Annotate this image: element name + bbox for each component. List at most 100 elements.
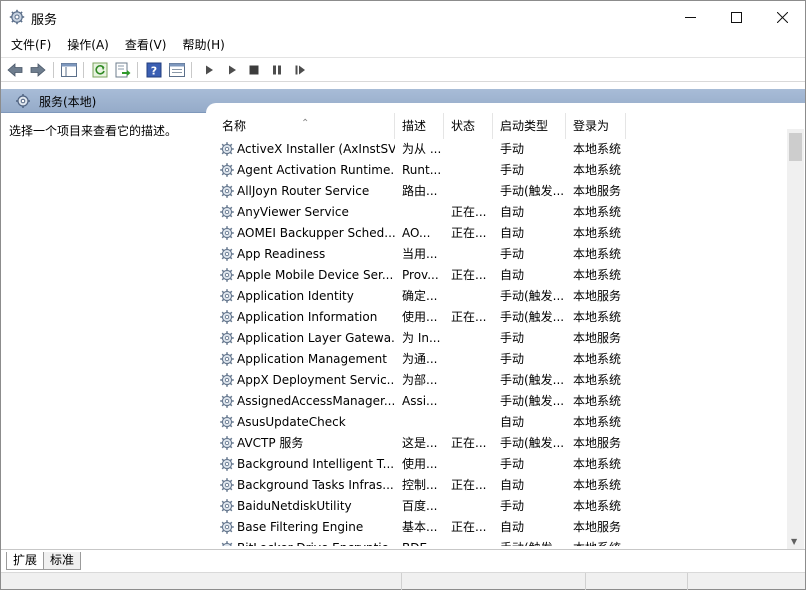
- service-name: Application Layer Gatewa...: [237, 331, 395, 345]
- service-log-on-as: 本地服务: [573, 436, 622, 450]
- service-log-on-as: 本地系统: [573, 205, 622, 219]
- services-rows: ActiveX Installer (AxInstSV) 为从 ... 手动 本地系统…: [215, 139, 785, 546]
- service-row[interactable]: Base Filtering Engine 基本... 正在... 自动 本地服务: [215, 517, 785, 538]
- menu-action[interactable]: 操作(A): [59, 34, 117, 56]
- minimize-button[interactable]: [667, 1, 713, 33]
- back-button[interactable]: [5, 61, 25, 79]
- services-window: 服务 文件(F) 操作(A) 查看(V) 帮助(H) ? 服务(本地) 选择一个…: [0, 0, 806, 590]
- service-row[interactable]: Application Management 为通... 手动 本地系统: [215, 349, 785, 370]
- service-gear-icon: [219, 204, 235, 220]
- service-startup-type: 手动(触发...: [500, 436, 565, 450]
- service-row[interactable]: BaiduNetdiskUtility 百度... 手动 本地系统: [215, 496, 785, 517]
- column-status-label: 状态: [451, 119, 476, 133]
- service-row[interactable]: Agent Activation Runtime... Runt... 手动 本地系统: [215, 160, 785, 181]
- column-description[interactable]: 描述: [395, 113, 444, 139]
- service-row[interactable]: AnyViewer Service 正在... 自动 本地系统: [215, 202, 785, 223]
- service-row[interactable]: Background Intelligent T... 使用... 手动 本地系统: [215, 454, 785, 475]
- scroll-thumb[interactable]: [789, 133, 802, 161]
- properties-button[interactable]: [167, 61, 187, 79]
- service-row[interactable]: AppX Deployment Servic... 为部... 手动(触发... 本地…: [215, 370, 785, 391]
- help-button[interactable]: ?: [144, 61, 164, 79]
- sort-ascending-icon: ⌃: [301, 118, 310, 129]
- column-name[interactable]: 名称 ⌃: [215, 113, 395, 139]
- service-log-on-as: 本地服务: [573, 184, 622, 198]
- service-description: 控制...: [402, 478, 438, 492]
- toolbar: ?: [1, 57, 805, 82]
- close-button[interactable]: [759, 1, 805, 33]
- pause-service-button[interactable]: [267, 61, 287, 79]
- service-startup-type: 手动(触发...: [500, 538, 566, 546]
- service-row[interactable]: AOMEI Backupper Sched... AO... 正在... 自动 本地系统: [215, 223, 785, 244]
- service-description: 确定...: [402, 289, 438, 303]
- column-name-label: 名称: [222, 119, 247, 133]
- service-log-on-as: 本地服务: [573, 289, 622, 303]
- service-row[interactable]: Background Tasks Infras... 控制... 正在... 自动 本地…: [215, 475, 785, 496]
- service-row[interactable]: Application Layer Gatewa... 为 In... 手动 本地服务: [215, 328, 785, 349]
- tab-extended[interactable]: 扩展: [6, 552, 45, 570]
- service-log-on-as: 本地服务: [573, 331, 622, 345]
- service-description: 使用...: [402, 310, 438, 324]
- service-startup-type: 手动: [500, 247, 525, 261]
- service-startup-type: 手动: [500, 142, 525, 156]
- service-log-on-as: 本地系统: [573, 247, 622, 261]
- service-row[interactable]: ActiveX Installer (AxInstSV) 为从 ... 手动 本地系统: [215, 139, 785, 160]
- maximize-button[interactable]: [713, 1, 759, 33]
- service-row[interactable]: AsusUpdateCheck 自动 本地系统: [215, 412, 785, 433]
- service-row[interactable]: AVCTP 服务 这是... 正在... 手动(触发... 本地服务: [215, 433, 785, 454]
- tree-node-label: 服务(本地): [39, 95, 97, 109]
- service-status: 正在...: [451, 205, 487, 219]
- service-name: AllJoyn Router Service: [237, 184, 370, 198]
- service-row[interactable]: Application Identity 确定... 手动(触发... 本地服务: [215, 286, 785, 307]
- menu-view[interactable]: 查看(V): [117, 34, 175, 56]
- service-row[interactable]: BitLocker Drive Encryptio... BDE... 手动(触发.…: [215, 538, 785, 546]
- export-list-button[interactable]: [113, 61, 133, 79]
- service-row[interactable]: Apple Mobile Device Ser... Prov... 正在... 自动…: [215, 265, 785, 286]
- column-status[interactable]: 状态: [444, 113, 493, 139]
- service-gear-icon: [219, 456, 235, 472]
- title-bar[interactable]: 服务: [1, 1, 805, 33]
- service-status: 正在...: [451, 478, 487, 492]
- menu-file[interactable]: 文件(F): [1, 34, 59, 56]
- stop-service-icon: [249, 65, 259, 75]
- service-name: ActiveX Installer (AxInstSV): [237, 142, 395, 156]
- forward-button[interactable]: [28, 61, 48, 79]
- service-gear-icon: [219, 351, 235, 367]
- service-log-on-as: 本地系统: [573, 352, 622, 366]
- vertical-scrollbar[interactable]: ▲ ▼: [787, 129, 804, 549]
- service-startup-type: 手动: [500, 457, 525, 471]
- refresh-button[interactable]: [90, 61, 110, 79]
- service-gear-icon: [219, 372, 235, 388]
- refresh-icon: [92, 62, 108, 78]
- service-name: BaiduNetdiskUtility: [237, 499, 352, 513]
- service-startup-type: 手动(触发...: [500, 394, 565, 408]
- resume-service-icon: [295, 65, 305, 75]
- menu-help[interactable]: 帮助(H): [174, 34, 232, 56]
- service-gear-icon: [219, 435, 235, 451]
- column-log-on-as[interactable]: 登录为: [566, 113, 626, 139]
- stop-service-button[interactable]: [244, 61, 264, 79]
- show-console-tree-button[interactable]: [59, 61, 79, 79]
- service-status: 正在...: [451, 436, 487, 450]
- service-row[interactable]: AllJoyn Router Service 路由... 手动(触发... 本地服务: [215, 181, 785, 202]
- service-row[interactable]: AssignedAccessManager... Assi... 手动(触发... 本…: [215, 391, 785, 412]
- service-row[interactable]: Application Information 使用... 正在... 手动(触发..…: [215, 307, 785, 328]
- service-name: Background Intelligent T...: [237, 457, 395, 471]
- column-startup-type[interactable]: 启动类型: [493, 113, 566, 139]
- service-startup-type: 自动: [500, 268, 525, 282]
- service-startup-type: 自动: [500, 226, 525, 240]
- start-service-alt-button[interactable]: [222, 61, 242, 79]
- service-gear-icon: [219, 225, 235, 241]
- tab-standard[interactable]: 标准: [43, 552, 82, 570]
- resume-service-button[interactable]: [290, 61, 310, 79]
- service-startup-type: 自动: [500, 520, 525, 534]
- service-log-on-as: 本地系统: [573, 499, 622, 513]
- service-row[interactable]: App Readiness 当用... 手动 本地系统: [215, 244, 785, 265]
- scroll-down-icon[interactable]: ▼: [791, 537, 797, 546]
- service-startup-type: 手动(触发...: [500, 373, 565, 387]
- close-icon: [776, 11, 788, 23]
- show-console-tree-icon: [61, 63, 77, 77]
- service-description: 这是...: [402, 436, 438, 450]
- start-service-button[interactable]: [199, 61, 219, 79]
- service-log-on-as: 本地系统: [573, 163, 622, 177]
- service-log-on-as: 本地系统: [573, 394, 622, 408]
